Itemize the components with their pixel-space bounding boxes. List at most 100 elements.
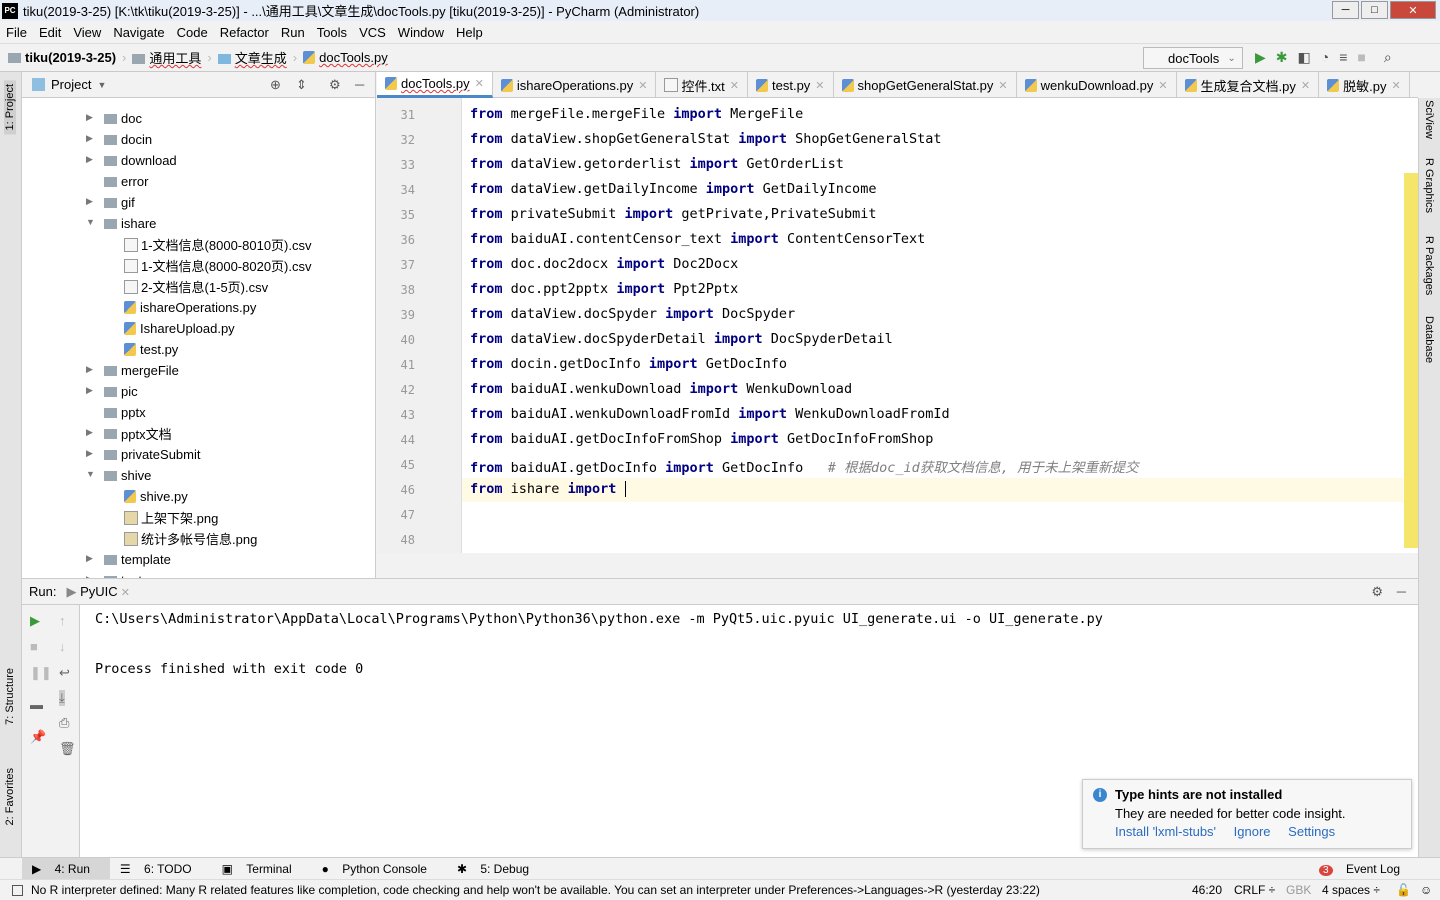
status-message[interactable]: No R interpreter defined: Many R related… (31, 883, 1040, 897)
tree-item[interactable]: docin (104, 129, 152, 150)
ignore-link[interactable]: Ignore (1234, 824, 1271, 839)
menu-file[interactable]: File (0, 25, 33, 40)
profile-icon[interactable]: ◔ (1321, 49, 1329, 66)
tool-database[interactable]: Database (1423, 316, 1435, 363)
tree-item[interactable]: error (104, 171, 148, 192)
gear-icon[interactable]: ⚙ (329, 77, 341, 93)
tool-todo[interactable]: ☰ 6: TODO (110, 862, 212, 876)
menu-edit[interactable]: Edit (33, 25, 67, 40)
soft-wrap-icon[interactable]: ↩ (59, 665, 70, 681)
close-tab-icon[interactable]: ✕ (998, 79, 1007, 92)
tree-item[interactable]: download (104, 150, 177, 171)
chevron-right-icon[interactable]: ▶ (86, 133, 93, 144)
stop-icon[interactable]: ■ (30, 639, 38, 654)
pin-icon[interactable]: 📌 (30, 729, 46, 745)
close-tab-icon[interactable]: ✕ (730, 79, 739, 92)
print-icon[interactable]: ⎙ (59, 715, 69, 731)
install-stubs-link[interactable]: Install 'lxml-stubs' (1115, 824, 1216, 839)
tab-shopGetGeneralStat.py[interactable]: shopGetGeneralStat.py ✕ (834, 72, 1017, 98)
settings-link[interactable]: Settings (1288, 824, 1335, 839)
status-toggle-icon[interactable] (12, 884, 23, 896)
concurrency-icon[interactable]: ≡ (1339, 49, 1347, 66)
chevron-right-icon[interactable]: ▶ (86, 448, 93, 459)
tool-r-graphics[interactable]: R Graphics (1423, 158, 1435, 213)
tool-r-packages[interactable]: R Packages (1423, 236, 1435, 295)
tree-item[interactable]: shive.py (124, 486, 188, 507)
run-config-select[interactable]: docTools ⌄ (1143, 47, 1243, 69)
collapse-icon[interactable]: ⇕ (296, 77, 307, 93)
encoding[interactable]: GBK (1286, 883, 1311, 897)
tool-python-console[interactable]: ● Python Console (312, 862, 447, 876)
chevron-right-icon[interactable]: ▶ (86, 553, 93, 564)
tool-project[interactable]: 1: Project (4, 80, 16, 135)
pause-icon[interactable]: ❚❚ (30, 665, 52, 681)
breadcrumb-item[interactable]: 文章生成 (217, 48, 287, 67)
tree-item[interactable]: doc (104, 108, 142, 129)
tool-sciview[interactable]: SciView (1423, 100, 1435, 139)
menu-run[interactable]: Run (275, 25, 311, 40)
close-button[interactable]: ✕ (1390, 1, 1436, 19)
close-tab-icon[interactable]: ✕ (1301, 79, 1310, 92)
stop-icon[interactable]: ■ (1357, 49, 1365, 66)
hide-icon[interactable]: ─ (355, 77, 364, 92)
error-stripe[interactable] (1404, 173, 1418, 548)
debug-icon[interactable]: ✱ (1276, 49, 1288, 66)
tree-item[interactable]: privateSubmit (104, 444, 200, 465)
lock-icon[interactable]: 🔓 (1396, 883, 1411, 897)
close-tab-icon[interactable]: ✕ (638, 79, 647, 92)
run-icon[interactable]: ▶ (1255, 49, 1266, 66)
tab-ishareOperations.py[interactable]: ishareOperations.py ✕ (493, 72, 657, 98)
menu-code[interactable]: Code (171, 25, 214, 40)
tree-item[interactable]: 1-文档信息(8000-8020页).csv (124, 255, 312, 276)
menu-vcs[interactable]: VCS (353, 25, 392, 40)
menu-help[interactable]: Help (450, 25, 489, 40)
tree-item[interactable]: ishareOperations.py (124, 297, 256, 318)
tree-item[interactable]: 统计多帐号信息.png (124, 528, 257, 549)
gear-icon[interactable]: ⚙ (1371, 584, 1383, 600)
inspector-icon[interactable]: ☺ (1420, 883, 1432, 897)
chevron-right-icon[interactable]: ▶ (86, 154, 93, 165)
tree-item[interactable]: shive (104, 465, 151, 486)
tree-item[interactable]: pic (104, 381, 138, 402)
close-tab-icon[interactable]: ✕ (475, 77, 484, 90)
code-editor[interactable]: 31 32 33 34 35 36 37 38 39 40 41 42 43 44 45 46 47 48 fro… (377, 98, 1418, 553)
tree-item[interactable]: test.py (124, 339, 178, 360)
down-icon[interactable]: ↓ (59, 639, 66, 654)
minimize-button[interactable]: ─ (1332, 1, 1359, 19)
coverage-icon[interactable]: ◧ (1298, 49, 1311, 66)
event-log[interactable]: 3 Event Log (1309, 862, 1420, 876)
tree-item[interactable]: pptx文档 (104, 423, 172, 444)
tool-debug[interactable]: ✱ 5: Debug (447, 862, 549, 876)
chevron-down-icon[interactable]: ▼ (86, 469, 95, 479)
rerun-icon[interactable]: ▶ (30, 613, 40, 629)
line-separator[interactable]: CRLF ÷ (1234, 883, 1275, 897)
tool-run[interactable]: ▶ 4: Run (22, 857, 110, 880)
tab-docTools.py[interactable]: docTools.py ✕ (377, 72, 493, 98)
scroll-to-end-icon[interactable]: ⤓ (59, 690, 65, 706)
tree-item[interactable]: template (104, 549, 171, 570)
close-tab-icon[interactable]: ✕ (1391, 79, 1400, 92)
chevron-down-icon[interactable]: ▼ (86, 217, 95, 227)
tree-item[interactable]: pptx (104, 402, 146, 423)
caret-position[interactable]: 46:20 (1192, 883, 1222, 897)
tree-item[interactable]: gif (104, 192, 135, 213)
trash-icon[interactable]: 🗑 (59, 741, 76, 757)
menu-window[interactable]: Window (392, 25, 450, 40)
tool-favorites[interactable]: 2: Favorites (4, 768, 16, 825)
tree-item[interactable]: 上架下架.png (124, 507, 218, 528)
tool-structure[interactable]: 7: Structure (4, 668, 16, 725)
up-icon[interactable]: ↑ (59, 613, 66, 628)
breadcrumb-item[interactable]: 通用工具 (132, 48, 201, 67)
tree-item[interactable]: mergeFile (104, 360, 179, 381)
layout-icon[interactable]: ▬ (30, 697, 43, 712)
maximize-button[interactable]: □ (1361, 1, 1388, 19)
menu-refactor[interactable]: Refactor (214, 25, 275, 40)
tab-wenkuDownload.py[interactable]: wenkuDownload.py ✕ (1017, 72, 1177, 98)
menu-tools[interactable]: Tools (311, 25, 353, 40)
close-tab-icon[interactable]: ✕ (1158, 79, 1167, 92)
breadcrumb-item[interactable]: docTools.py (303, 50, 388, 65)
hide-icon[interactable]: ─ (1397, 584, 1406, 599)
search-icon[interactable]: ⌕ (1384, 49, 1392, 66)
breadcrumb-item[interactable]: tiku(2019-3-25) (8, 50, 116, 65)
tab-脱敏.py[interactable]: 脱敏.py ✕ (1319, 72, 1410, 98)
